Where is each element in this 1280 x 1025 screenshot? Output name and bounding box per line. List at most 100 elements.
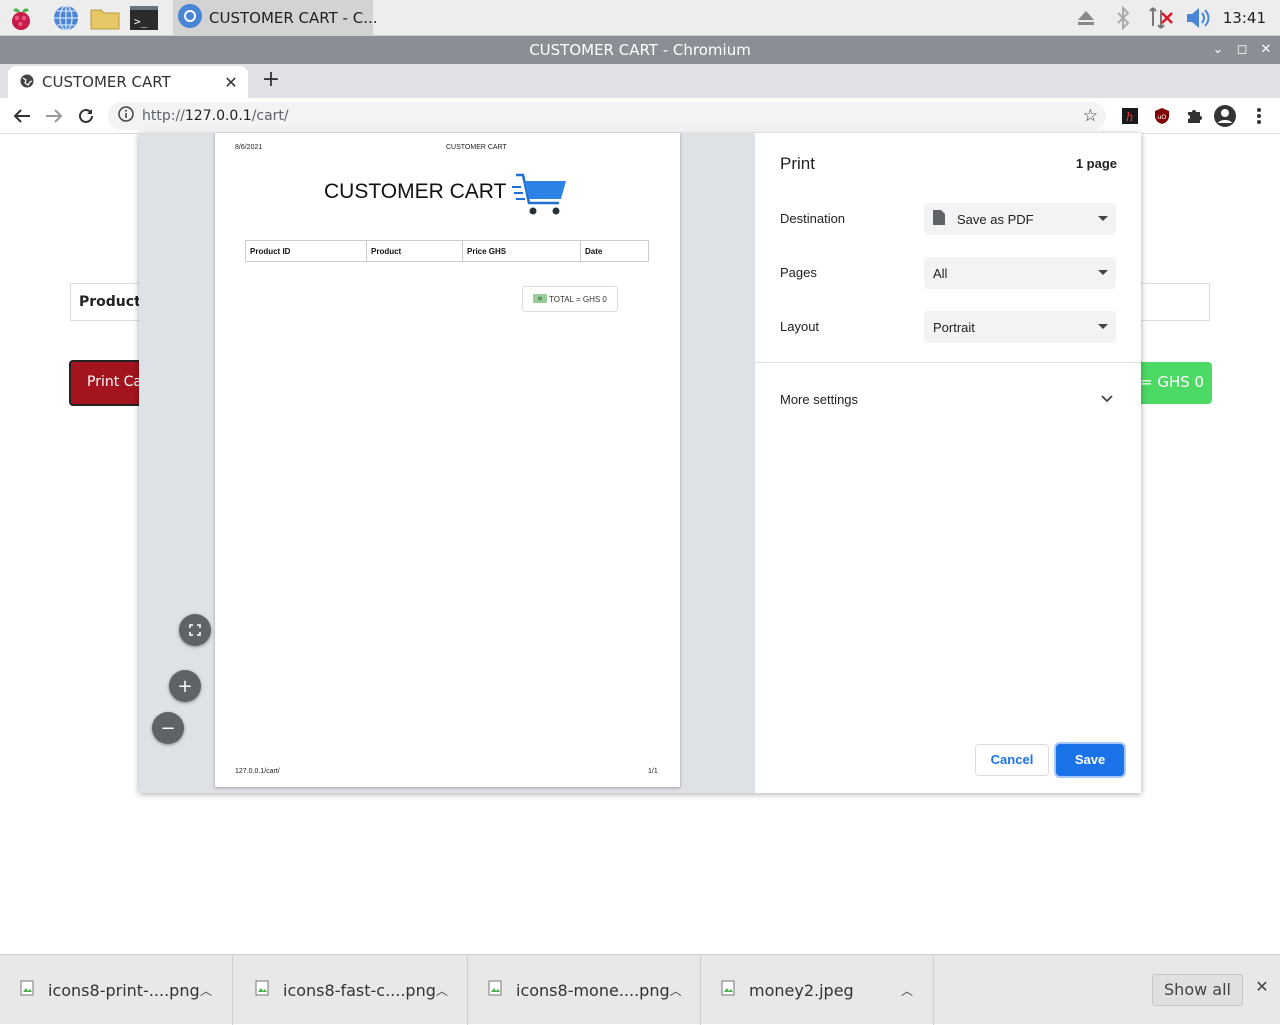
tab-strip: CUSTOMER CART ✕ + bbox=[0, 64, 1280, 98]
image-file-icon bbox=[255, 980, 269, 1000]
info-icon[interactable] bbox=[118, 106, 134, 126]
money-icon bbox=[533, 293, 549, 305]
tab-close-icon[interactable]: ✕ bbox=[220, 73, 242, 92]
close-window-icon[interactable]: ✕ bbox=[1254, 36, 1278, 64]
web-browser-icon[interactable] bbox=[51, 3, 81, 33]
url-scheme: http:// bbox=[142, 108, 185, 124]
zoom-out-button[interactable]: − bbox=[152, 712, 184, 744]
url-path: /cart/ bbox=[251, 108, 289, 124]
download-filename: icons8-mone....png bbox=[516, 980, 670, 1000]
download-filename: icons8-fast-c....png bbox=[283, 980, 436, 1000]
download-item[interactable]: icons8-fast-c....png ︿ bbox=[235, 955, 468, 1025]
preview-total: TOTAL = GHS 0 bbox=[522, 286, 618, 312]
layout-select[interactable]: Portrait bbox=[924, 311, 1116, 343]
download-item[interactable]: icons8-print-....png ︿ bbox=[0, 955, 233, 1025]
ublock-origin-icon[interactable]: uO bbox=[1149, 103, 1175, 129]
clock: 13:41 bbox=[1222, 9, 1266, 27]
profile-avatar-icon[interactable] bbox=[1212, 103, 1238, 129]
preview-col-product-id: Product ID bbox=[246, 241, 367, 261]
image-file-icon bbox=[488, 980, 502, 1000]
maximize-icon[interactable]: ◻ bbox=[1230, 36, 1254, 64]
preview-title: CUSTOMER CART bbox=[324, 180, 507, 203]
layout-value: Portrait bbox=[933, 319, 975, 335]
chevron-down-icon[interactable] bbox=[1101, 391, 1113, 406]
chevron-up-icon[interactable]: ︿ bbox=[200, 982, 212, 999]
chevron-down-icon bbox=[1098, 216, 1108, 221]
window-title: CUSTOMER CART - Chromium bbox=[529, 41, 751, 59]
preview-total-text: TOTAL = GHS 0 bbox=[549, 294, 607, 304]
url-text: http://127.0.0.1/cart/ bbox=[142, 108, 289, 124]
network-disconnected-icon[interactable] bbox=[1146, 3, 1176, 33]
taskbar-chromium-task[interactable]: CUSTOMER CART - C... bbox=[173, 0, 378, 36]
print-preview-area: 8/6/2021 CUSTOMER CART CUSTOMER CART Pro… bbox=[139, 133, 755, 793]
bookmark-star-icon[interactable]: ☆ bbox=[1083, 106, 1098, 126]
pages-label: Pages bbox=[780, 265, 817, 280]
chevron-up-icon[interactable]: ︿ bbox=[901, 982, 913, 999]
taskbar: >_ CUSTOMER CART - C... 13:41 bbox=[0, 0, 1280, 36]
preview-cart-table: Product ID Product Price GHS Date bbox=[245, 240, 649, 262]
zoom-in-button[interactable]: + bbox=[169, 670, 201, 702]
close-shelf-icon[interactable]: ✕ bbox=[1252, 977, 1272, 1001]
print-settings-panel: Print 1 page Destination Save as PDF Pag… bbox=[755, 133, 1141, 793]
layout-label: Layout bbox=[780, 319, 820, 334]
menu-kebab-icon[interactable] bbox=[1246, 103, 1272, 129]
terminal-icon[interactable]: >_ bbox=[129, 3, 159, 33]
reload-button[interactable] bbox=[73, 103, 99, 129]
minimize-icon[interactable]: ⌄ bbox=[1206, 36, 1230, 64]
tab-customer-cart[interactable]: CUSTOMER CART ✕ bbox=[8, 66, 248, 98]
destination-select[interactable]: Save as PDF bbox=[924, 203, 1116, 235]
download-filename: money2.jpeg bbox=[749, 980, 854, 1000]
preview-col-product: Product bbox=[367, 241, 463, 261]
eject-icon[interactable] bbox=[1071, 3, 1101, 33]
download-shelf: icons8-print-....png ︿ icons8-fast-c....… bbox=[0, 954, 1280, 1025]
browser-toolbar: http://127.0.0.1/cart/ ☆ h uO bbox=[0, 98, 1280, 134]
extensions-puzzle-icon[interactable] bbox=[1181, 103, 1207, 129]
cancel-button[interactable]: Cancel bbox=[975, 744, 1049, 776]
tab-title: CUSTOMER CART bbox=[42, 73, 171, 91]
image-file-icon bbox=[20, 980, 34, 1000]
svg-text:>_: >_ bbox=[134, 15, 148, 28]
chevron-down-icon bbox=[1098, 270, 1108, 275]
download-item[interactable]: money2.jpeg ︿ bbox=[701, 955, 934, 1025]
preview-footer-page: 1/1 bbox=[648, 768, 658, 775]
preview-header-title: CUSTOMER CART bbox=[446, 144, 507, 151]
pages-value: All bbox=[933, 265, 948, 281]
window-titlebar[interactable]: CUSTOMER CART - Chromium ⌄ ◻ ✕ bbox=[0, 36, 1280, 64]
chevron-up-icon[interactable]: ︿ bbox=[436, 982, 448, 999]
print-dialog: 8/6/2021 CUSTOMER CART CUSTOMER CART Pro… bbox=[139, 133, 1141, 793]
preview-footer-url: 127.0.0.1/cart/ bbox=[235, 768, 280, 775]
url-host: 127.0.0.1 bbox=[184, 108, 252, 124]
download-item[interactable]: icons8-mone....png ︿ bbox=[468, 955, 701, 1025]
destination-value: Save as PDF bbox=[957, 211, 1034, 227]
chromium-icon bbox=[177, 3, 203, 33]
forward-button[interactable] bbox=[41, 103, 67, 129]
image-file-icon bbox=[721, 980, 735, 1000]
svg-text:uO: uO bbox=[1157, 113, 1166, 121]
svg-text:h: h bbox=[1126, 110, 1134, 124]
file-manager-icon[interactable] bbox=[90, 3, 120, 33]
globe-icon bbox=[20, 73, 34, 92]
settings-divider bbox=[755, 362, 1141, 363]
preview-date: 8/6/2021 bbox=[235, 144, 263, 151]
extension-h-icon[interactable]: h bbox=[1117, 103, 1143, 129]
address-bar[interactable]: http://127.0.0.1/cart/ ☆ bbox=[108, 102, 1106, 130]
shopping-cart-icon bbox=[512, 171, 568, 224]
bluetooth-icon[interactable] bbox=[1108, 3, 1138, 33]
pages-select[interactable]: All bbox=[924, 257, 1116, 289]
page-count: 1 page bbox=[1075, 156, 1117, 171]
taskbar-task-label: CUSTOMER CART - C... bbox=[209, 9, 378, 27]
document-icon bbox=[933, 210, 957, 228]
destination-label: Destination bbox=[780, 211, 846, 226]
chevron-down-icon bbox=[1098, 324, 1108, 329]
preview-col-date: Date bbox=[585, 247, 603, 256]
volume-icon[interactable] bbox=[1184, 3, 1214, 33]
more-settings-toggle[interactable]: More settings bbox=[780, 392, 858, 407]
new-tab-button[interactable]: + bbox=[258, 68, 284, 94]
raspberry-menu-icon[interactable] bbox=[6, 3, 36, 33]
back-button[interactable] bbox=[9, 103, 35, 129]
fit-to-page-button[interactable] bbox=[179, 614, 211, 646]
chevron-up-icon[interactable]: ︿ bbox=[670, 982, 682, 999]
save-button[interactable]: Save bbox=[1056, 744, 1124, 776]
print-preview-page: 8/6/2021 CUSTOMER CART CUSTOMER CART Pro… bbox=[215, 133, 680, 787]
show-all-button[interactable]: Show all bbox=[1152, 974, 1243, 1006]
